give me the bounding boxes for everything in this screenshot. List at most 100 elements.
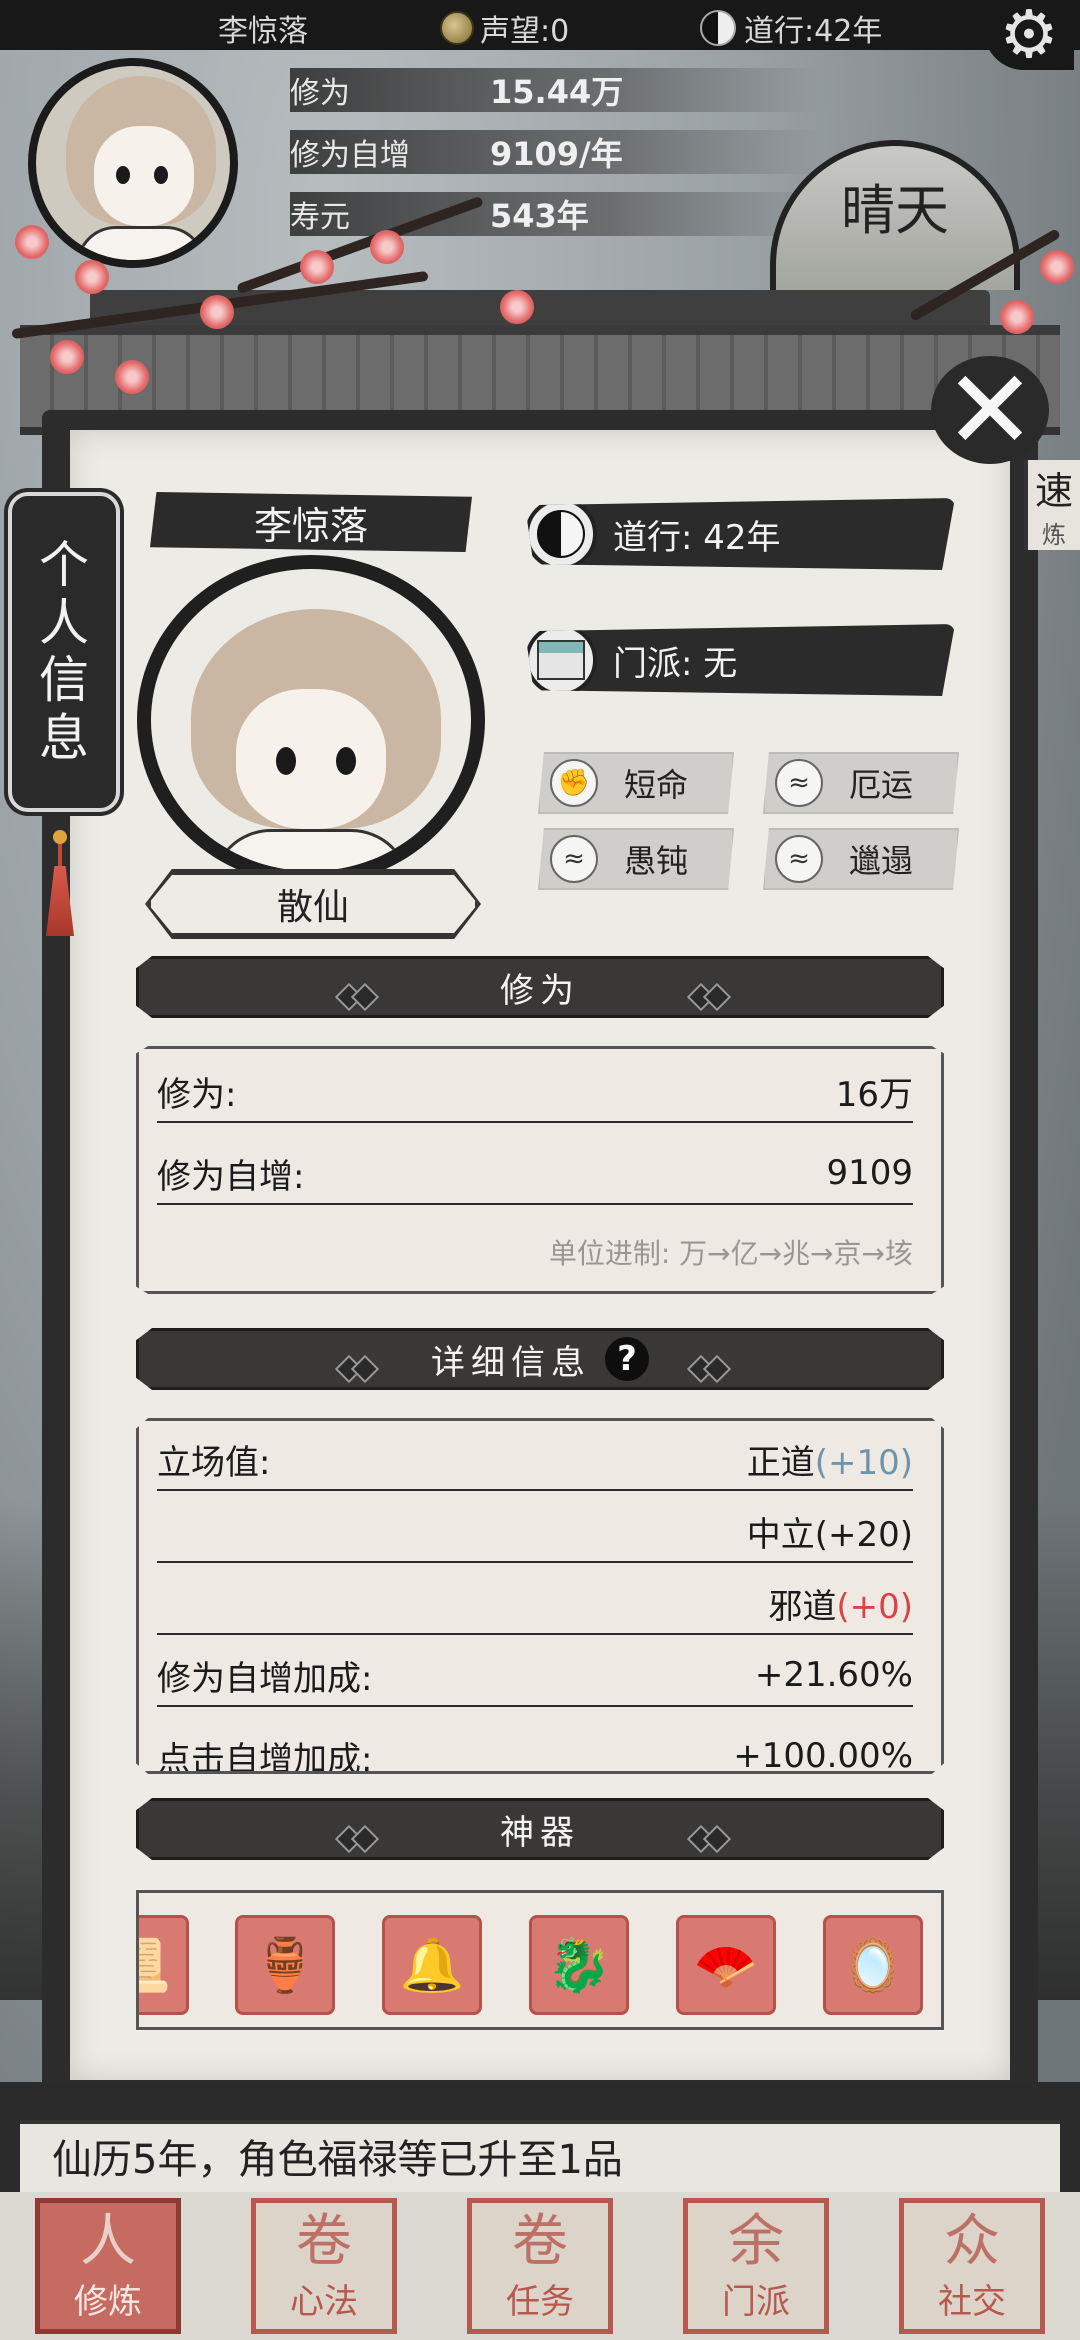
daoxing-text: 道行:42年	[744, 14, 883, 49]
trait-label: 愚钝	[624, 842, 689, 880]
row-value: +21.60%	[754, 1655, 913, 1695]
tab-personal-info[interactable]: 个 人 信 息	[8, 492, 120, 812]
trait-badge[interactable]: ≈ 厄运	[763, 752, 959, 814]
diamond-ornament	[334, 1348, 389, 1384]
sect-building-icon	[525, 624, 597, 696]
player-name-top: 李惊落	[218, 14, 308, 49]
sect-pill: 门派: 无	[525, 624, 955, 696]
unit-note: 单位进制: 万→亿→兆→京→垓	[548, 1237, 913, 1270]
stance-row: 邪道(+0)	[157, 1573, 913, 1635]
blossom	[1000, 300, 1034, 334]
stat-label: 修为自增	[290, 138, 410, 173]
daoxing-pill: 道行: 42年	[525, 498, 955, 570]
yinyang-icon	[525, 498, 597, 570]
profile-avatar	[137, 555, 485, 885]
stat-cultivation: 修为 15.44万	[290, 64, 623, 116]
cultivation-box: 修为: 16万 修为自增: 9109 单位进制: 万→亿→兆→京→垓	[136, 1046, 944, 1294]
diamond-ornament	[334, 1818, 389, 1854]
trait-badge[interactable]: ≈ 愚钝	[538, 828, 734, 890]
profile-name: 李惊落	[150, 492, 472, 552]
dragon-icon[interactable]: 🐉	[529, 1915, 629, 2015]
scroll-icon: ≈	[775, 835, 823, 883]
bottom-nav: 人 修炼 卷 心法 卷 任务 余 门派 众 社交	[0, 2192, 1080, 2340]
diamond-ornament	[686, 1818, 741, 1854]
trait-label: 邋遢	[849, 842, 914, 880]
daoxing-label: 道行: 42年	[613, 517, 781, 558]
yinyang-icon	[700, 10, 736, 46]
row-value: +100.00%	[733, 1736, 913, 1774]
stance-value: 正道(+10)	[746, 1442, 913, 1483]
section-title: 详细信息	[431, 1342, 591, 1383]
scroll-icon: ≈	[550, 835, 598, 883]
tassel-decoration	[46, 830, 74, 950]
gear-icon[interactable]: ⚙	[984, 0, 1074, 70]
stat-cultivation-rate: 修为自增 9109/年	[290, 126, 623, 178]
trait-badge[interactable]: ✊ 短命	[538, 752, 734, 814]
fame-text: 声望:0	[480, 14, 570, 49]
artifact-list[interactable]: 📜 🏺 🔔 🐉 🪭 🪞	[136, 1890, 944, 2030]
sect-icon: 余	[728, 2209, 784, 2274]
stat-label: 修为	[290, 76, 350, 111]
nav-label: 任务	[506, 2282, 574, 2322]
nav-label: 社交	[938, 2282, 1006, 2322]
row-label: 立场值:	[157, 1442, 271, 1483]
fist-icon: ✊	[550, 759, 598, 807]
trait-label: 厄运	[849, 766, 914, 804]
scroll-icon: ≈	[775, 759, 823, 807]
close-icon: ✕	[931, 355, 1049, 465]
section-header-artifacts: 神器	[136, 1798, 944, 1860]
blossom	[200, 295, 234, 329]
section-title: 神器	[500, 1812, 580, 1853]
stance-value: 中立(+20)	[746, 1514, 913, 1555]
tab-char: 人	[39, 593, 89, 652]
trait-badge[interactable]: ≈ 邋遢	[763, 828, 959, 890]
sect-label: 门派: 无	[613, 643, 738, 684]
blossom	[115, 360, 149, 394]
side-speed-bottom: 炼	[1042, 521, 1066, 549]
event-log: 仙历5年，角色福禄等已升至1品	[20, 2120, 1060, 2192]
diamond-ornament	[686, 1348, 741, 1384]
coin-icon	[440, 11, 474, 45]
cultivate-icon: 人	[80, 2209, 136, 2274]
rank-label: 散仙	[148, 872, 478, 936]
partial-row: 点击自增加成: +100.00%	[157, 1725, 913, 1774]
tab-char: 信	[39, 651, 89, 709]
scroll-icon[interactable]: 📜	[139, 1915, 189, 2015]
section-header-details: 详细信息 ?	[136, 1328, 944, 1390]
daoxing-display: 道行:42年	[700, 6, 882, 50]
section-header-cultivation: 修为	[136, 956, 944, 1018]
nav-technique[interactable]: 卷 心法	[251, 2198, 397, 2334]
close-button[interactable]: ✕	[920, 350, 1060, 470]
nav-label: 门派	[722, 2282, 790, 2322]
row-label: 修为:	[157, 1074, 237, 1115]
stat-value: 15.44万	[490, 73, 624, 111]
nav-label: 心法	[290, 2282, 358, 2322]
gourd-icon[interactable]: 🏺	[235, 1915, 335, 2015]
row-label: 修为自增加成:	[157, 1658, 373, 1699]
blossom	[75, 260, 109, 294]
trait-label: 短命	[624, 766, 689, 804]
stance-row: 中立(+20)	[157, 1501, 913, 1563]
stance-row: 立场值: 正道(+10)	[157, 1429, 913, 1491]
nav-quest[interactable]: 卷 任务	[467, 2198, 613, 2334]
help-icon[interactable]: ?	[605, 1337, 649, 1381]
stat-value: 9109/年	[490, 135, 623, 173]
top-status-bar: 李惊落 声望:0 道行:42年	[0, 0, 1080, 50]
cultivation-row: 修为: 16万	[157, 1061, 913, 1123]
nav-social[interactable]: 众 社交	[899, 2198, 1045, 2334]
quest-scroll-icon: 卷	[512, 2209, 568, 2274]
mirror-icon[interactable]: 🪞	[823, 1915, 923, 2015]
jade-seal-icon[interactable]: 🔔	[382, 1915, 482, 2015]
row-value: 16万	[835, 1074, 913, 1115]
nav-cultivate[interactable]: 人 修炼	[35, 2198, 181, 2334]
stance-value: 邪道(+0)	[768, 1586, 913, 1627]
row-label: 点击自增加成:	[157, 1739, 373, 1774]
cultivation-rate-row: 修为自增: 9109	[157, 1143, 913, 1205]
tab-char: 息	[39, 708, 89, 767]
fan-icon[interactable]: 🪭	[676, 1915, 776, 2015]
nav-sect[interactable]: 余 门派	[683, 2198, 829, 2334]
details-box[interactable]: 立场值: 正道(+10) 中立(+20) 邪道(+0) 修为自增加成: +21.…	[136, 1418, 944, 1774]
diamond-ornament	[334, 976, 389, 1012]
blossom	[15, 225, 49, 259]
section-title: 修为	[500, 970, 580, 1011]
